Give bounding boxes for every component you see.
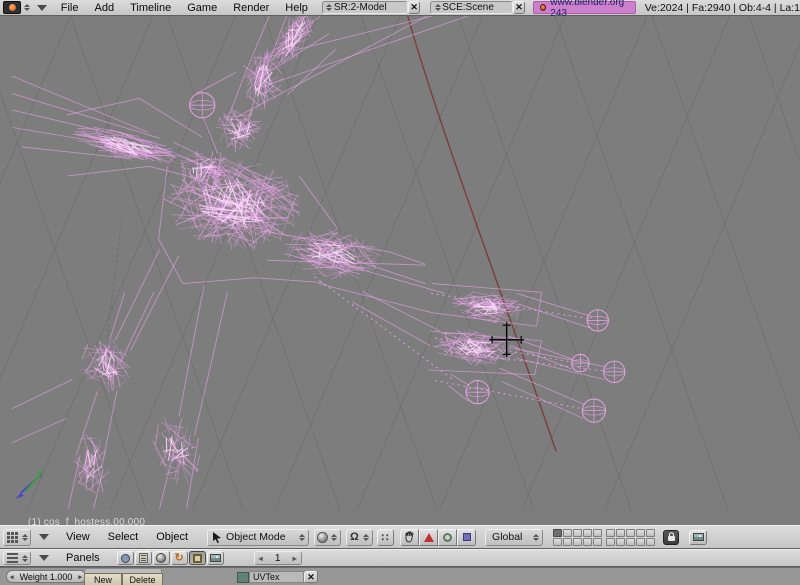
blender-target-icon: [540, 4, 546, 11]
screen-close-button[interactable]: ✕: [408, 1, 420, 14]
scene-selector-spinner[interactable]: [433, 4, 442, 11]
frame-decrement-icon[interactable]: ◂: [259, 554, 263, 563]
weight-slider[interactable]: ◂ Weight 1.000 ▸: [6, 570, 86, 583]
weight-increment-icon[interactable]: ▸: [78, 573, 82, 581]
window-type-selector-buttons[interactable]: [3, 551, 31, 565]
scale-icon: [463, 533, 471, 541]
scene-selector[interactable]: SCE:Scene: [430, 1, 513, 14]
wireframe-model: [0, 16, 800, 525]
orientation-value: Global: [492, 531, 531, 543]
menu-view[interactable]: View: [57, 531, 99, 543]
cursor-arrow-icon: [212, 532, 222, 543]
lock-icon: [667, 532, 676, 542]
manipulator-hand-button[interactable]: [400, 529, 419, 546]
version-badge[interactable]: www.blender.org 243: [533, 1, 636, 14]
menu-file[interactable]: File: [53, 2, 87, 14]
menu-object[interactable]: Object: [147, 531, 197, 543]
buttons-window-icon: [7, 553, 18, 563]
view3d-header: View Select Object Object Mode Ω ∷ Globa…: [0, 525, 800, 549]
menu-render[interactable]: Render: [225, 2, 277, 14]
frame-value: 1: [275, 552, 281, 564]
translate-icon: [424, 533, 434, 542]
active-object-label: (1) cos_f_hostess.00.000: [28, 517, 145, 525]
menu-timeline[interactable]: Timeline: [122, 2, 179, 14]
draw-type-sphere-icon: [317, 532, 328, 543]
editing-icon: [193, 554, 202, 563]
editing-context-button[interactable]: [189, 551, 206, 565]
script-icon: [139, 553, 148, 563]
viewport-3d[interactable]: (1) cos_f_hostess.00.000: [0, 16, 800, 525]
screen-selector-spinner[interactable]: [325, 4, 334, 11]
header-collapse-spinner[interactable]: [23, 2, 31, 14]
header-menu-toggle-icon[interactable]: [37, 5, 47, 11]
uvtex-color-swatch[interactable]: [237, 572, 249, 583]
menu-add[interactable]: Add: [87, 2, 123, 14]
menu-game[interactable]: Game: [179, 2, 225, 14]
mode-selector-value: Object Mode: [226, 531, 293, 543]
scene-icon: [210, 554, 221, 562]
menu-select[interactable]: Select: [99, 531, 148, 543]
manipulator-group: [400, 529, 476, 546]
layer-grid-right[interactable]: [606, 529, 655, 546]
orientation-selector[interactable]: Global: [485, 529, 543, 546]
screen-selector[interactable]: SR:2-Model: [322, 1, 408, 14]
scene-statistics: Ve:2024 | Fa:2940 | Ob:4-4 | La:1: [645, 2, 800, 14]
script-context-button[interactable]: [135, 551, 152, 565]
uvtex-row: UVTex ✕: [237, 571, 318, 583]
weight-decrement-icon[interactable]: ◂: [10, 573, 14, 581]
proportional-edit-button[interactable]: ∷: [377, 529, 394, 546]
uvtex-name: UVTex: [253, 572, 280, 582]
vertex-group-delete-button[interactable]: Delete: [122, 573, 163, 585]
buttons-window-header: Panels ↻ ◂ 1 ▸: [0, 549, 800, 567]
scene-close-button[interactable]: ✕: [513, 1, 525, 14]
mode-selector[interactable]: Object Mode: [207, 529, 309, 546]
dots-icon: ∷: [382, 531, 390, 544]
frame-increment-icon[interactable]: ▸: [293, 554, 297, 563]
window-type-selector-3d[interactable]: [3, 529, 31, 546]
rotate-icon: [443, 533, 452, 542]
view3d-menu-toggle-icon[interactable]: [39, 534, 49, 540]
object-icon: ↻: [175, 553, 184, 564]
buttons-menu-toggle-icon[interactable]: [39, 555, 49, 561]
rotation-pivot-icon: Ω: [349, 531, 360, 543]
object-context-button[interactable]: ↻: [171, 551, 188, 565]
buttons-window-content: ◂ Weight 1.000 ▸ New Delete UVTex ✕: [0, 567, 800, 585]
shading-context-button[interactable]: [153, 551, 170, 565]
manipulator-scale-button[interactable]: [457, 529, 476, 546]
lock-layers-button[interactable]: [663, 530, 679, 545]
image-icon: [693, 533, 704, 541]
scene-context-button[interactable]: [207, 551, 224, 565]
manipulator-translate-button[interactable]: [419, 529, 438, 546]
uvtex-name-field[interactable]: UVTex: [249, 571, 304, 583]
scene-selector-value: SCE:Scene: [442, 2, 494, 13]
logic-context-button[interactable]: [117, 551, 134, 565]
buttons-context-group: ↻: [117, 551, 224, 565]
render-preview-button[interactable]: [689, 530, 707, 545]
draw-type-selector[interactable]: [314, 529, 341, 546]
blender-logo-icon[interactable]: [3, 1, 21, 14]
menu-help[interactable]: Help: [277, 2, 316, 14]
uvtex-delete-button[interactable]: ✕: [304, 571, 318, 583]
screen-selector-value: SR:2-Model: [334, 2, 387, 13]
frame-number-field[interactable]: ◂ 1 ▸: [254, 551, 302, 565]
top-header: File Add Timeline Game Render Help SR:2-…: [0, 0, 800, 16]
weight-slider-value: Weight 1.000: [20, 572, 73, 582]
layer-grid-left[interactable]: [553, 529, 602, 546]
hand-icon: [404, 531, 415, 543]
manipulator-rotate-button[interactable]: [438, 529, 457, 546]
layer-buttons: [553, 529, 655, 546]
viewport-grid-icon: [7, 532, 18, 543]
shading-icon: [156, 553, 166, 563]
pivot-selector[interactable]: Ω: [346, 529, 373, 546]
logic-icon: [121, 554, 130, 563]
vertex-group-new-button[interactable]: New: [84, 573, 122, 585]
menu-panels[interactable]: Panels: [57, 552, 109, 564]
